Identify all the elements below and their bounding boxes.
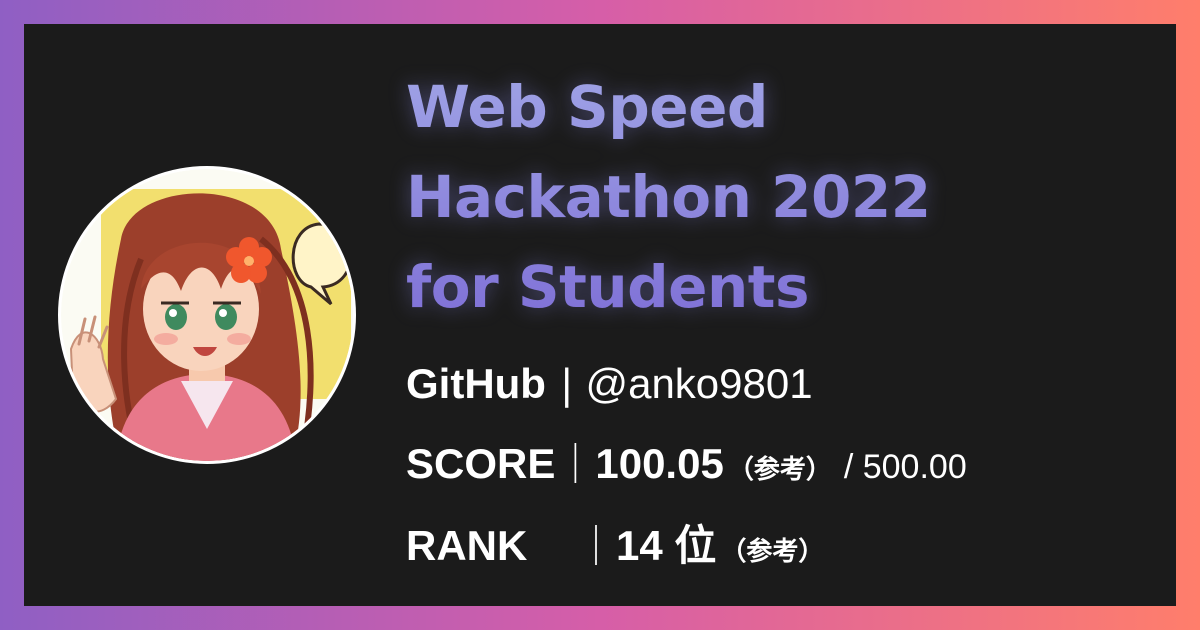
- score-note: （参考）: [727, 455, 832, 485]
- github-label: GitHub: [406, 360, 546, 407]
- score-value: 100.05: [595, 440, 724, 487]
- github-username: @anko9801: [585, 360, 813, 407]
- anime-character-avatar-icon: [61, 169, 353, 461]
- title-line-1: Web Speed: [406, 73, 768, 141]
- github-row: GitHub | @anko9801: [406, 354, 813, 414]
- score-total: / 500.00: [843, 448, 967, 486]
- rank-label: RANK: [406, 522, 528, 569]
- score-row: SCORE ｜ 100.05 （参考） / 500.00: [406, 434, 967, 494]
- github-separator: |: [559, 362, 574, 408]
- event-title: Web Speed Hackathon 2022 for Students: [406, 62, 931, 332]
- title-line-2: Hackathon 2022: [406, 163, 931, 231]
- score-label: SCORE: [406, 440, 556, 487]
- rank-row: RANK ｜ 14 位 （参考）: [406, 516, 824, 576]
- score-separator: ｜: [555, 442, 596, 488]
- og-card: Web Speed Hackathon 2022 for Students Gi…: [24, 24, 1176, 606]
- title-line-3: for Students: [406, 253, 810, 321]
- rank-value: 14 位: [616, 522, 717, 569]
- rank-separator: ｜: [576, 524, 616, 570]
- rank-note: （参考）: [720, 537, 825, 567]
- avatar: [58, 166, 356, 464]
